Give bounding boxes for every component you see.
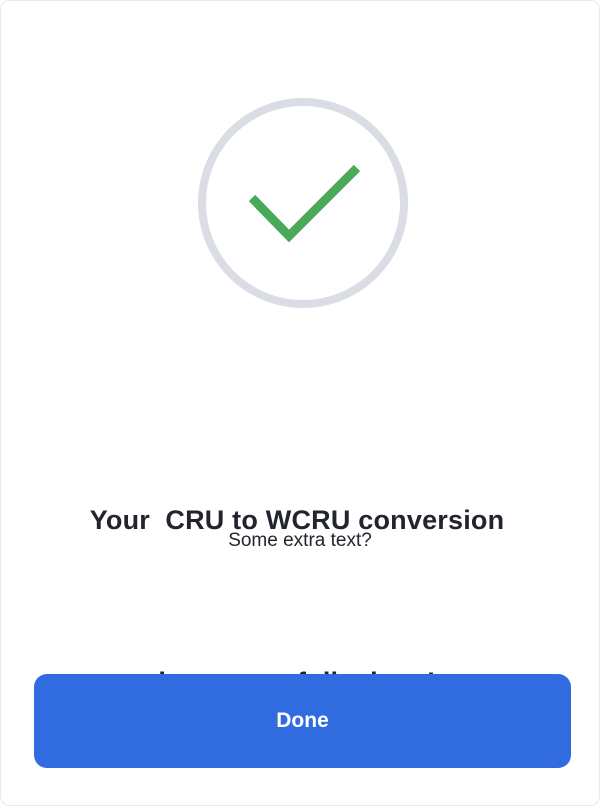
- done-button[interactable]: Done: [34, 674, 571, 768]
- conversion-success-dialog: Your CRU to WCRU conversion is successfu…: [0, 0, 600, 806]
- extra-text: Some extra text?: [228, 530, 372, 551]
- checkmark-icon: [248, 164, 361, 243]
- success-checkmark-icon: [197, 97, 409, 309]
- success-ring: [198, 98, 408, 308]
